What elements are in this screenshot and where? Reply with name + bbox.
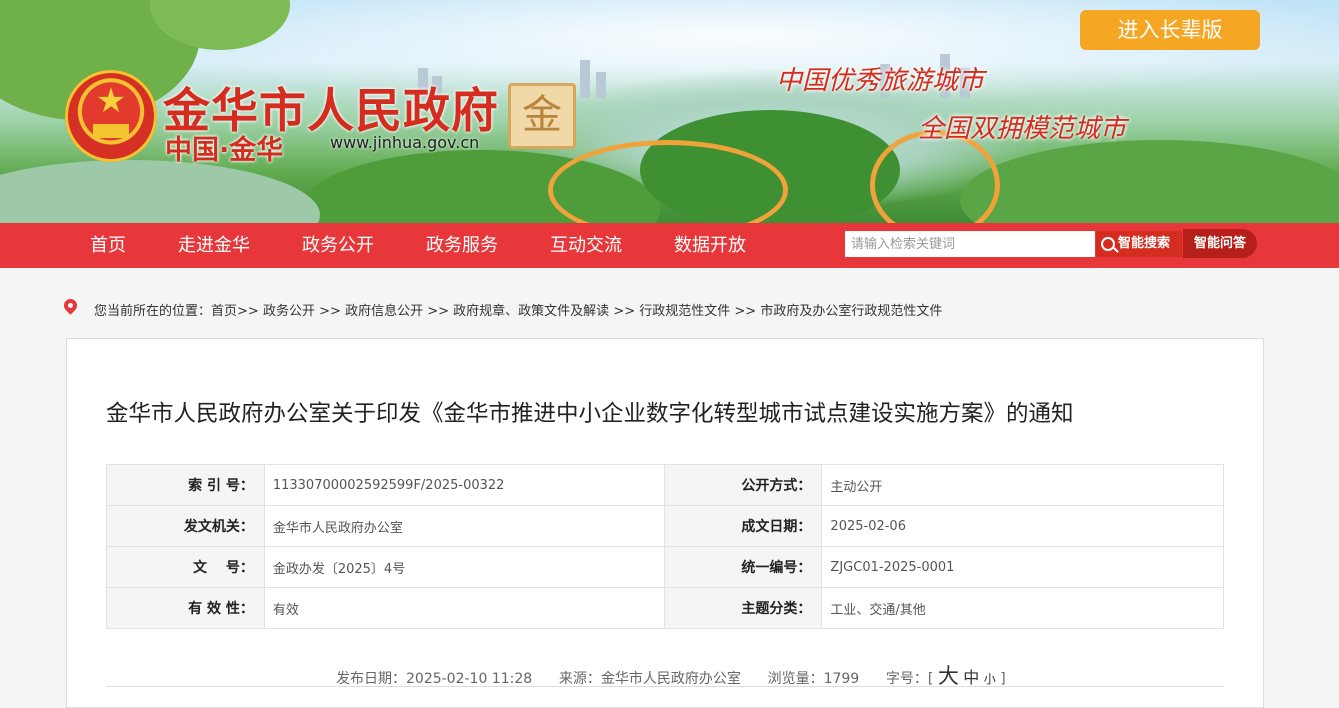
breadcrumb-gov-open[interactable]: 政务公开 — [263, 304, 315, 319]
nav-item-gov-affairs-open[interactable]: 政务公开 — [302, 223, 374, 268]
font-size-label: 字号： — [885, 671, 928, 687]
elder-mode-button[interactable]: 进入长辈版 — [1080, 10, 1260, 50]
breadcrumb-regulations[interactable]: 政府规章、政策文件及解读 — [453, 304, 609, 319]
site-url: www.jinhua.gov.cn — [330, 133, 480, 152]
breadcrumb: 您当前所在的位置：首页>> 政务公开 >> 政府信息公开 >> 政府规章、政策文… — [94, 300, 942, 319]
meta-key: 有 效 性： — [106, 587, 265, 629]
smart-qa-button[interactable]: 智能问答 — [1183, 229, 1257, 258]
breadcrumb-separator: >> — [613, 304, 636, 319]
search-icon — [1101, 237, 1115, 251]
meta-key: 主题分类： — [663, 587, 823, 629]
meta-value: 有效 — [263, 587, 665, 629]
breadcrumb-city-normative-docs[interactable]: 市政府及办公室行政规范性文件 — [760, 304, 942, 319]
site-subtitle: 中国·金华 — [165, 135, 284, 166]
meta-key: 统一编号： — [663, 546, 823, 588]
publish-date: 发布日期：2025-02-10 11:28 — [336, 671, 533, 687]
breadcrumb-normative-docs[interactable]: 行政规范性文件 — [639, 304, 730, 319]
nav-item-home[interactable]: 首页 — [90, 223, 126, 268]
breadcrumb-gov-info-open[interactable]: 政府信息公开 — [345, 304, 423, 319]
table-row: 索 引 号： 11330700002592599F/2025-00322 公开方… — [106, 464, 1224, 506]
nav-item-gov-services[interactable]: 政务服务 — [426, 223, 498, 268]
article-source: 来源：金华市人民政府办公室 — [558, 671, 741, 687]
table-row: 有 效 性： 有效 主题分类： 工业、交通/其他 — [106, 587, 1224, 629]
breadcrumb-separator: >> — [237, 304, 259, 319]
star-icon: ★ — [95, 81, 127, 121]
nav-item-open-data[interactable]: 数据开放 — [674, 223, 746, 268]
search-input[interactable]: 请输入检索关键词 — [845, 231, 1095, 257]
table-row: 文 号： 金政办发〔2025〕4号 统一编号： ZJGC01-2025-0001 — [106, 546, 1224, 588]
article-title: 金华市人民政府办公室关于印发《金华市推进中小企业数字化转型城市试点建设实施方案》… — [106, 401, 1074, 427]
meta-value: 2025-02-06 — [821, 505, 1224, 547]
smart-search-label: 智能搜索 — [1118, 236, 1171, 251]
meta-key: 发文机关： — [106, 505, 265, 547]
meta-value: ZJGC01-2025-0001 — [821, 546, 1224, 588]
meta-value: 11330700002592599F/2025-00322 — [263, 464, 665, 506]
meta-value: 金政办发〔2025〕4号 — [263, 546, 665, 588]
nav-item-interaction[interactable]: 互动交流 — [550, 223, 622, 268]
font-size-large-button[interactable]: 大 — [938, 664, 959, 688]
breadcrumb-separator: >> — [427, 304, 450, 319]
smart-search-button[interactable]: 智能搜索 — [1096, 231, 1182, 257]
table-row: 发文机关： 金华市人民政府办公室 成文日期： 2025-02-06 — [106, 505, 1224, 547]
meta-key: 公开方式： — [663, 464, 823, 506]
meta-key: 成文日期： — [663, 505, 823, 547]
location-pin-icon — [61, 296, 80, 315]
breadcrumb-separator: >> — [319, 304, 341, 319]
meta-key: 索 引 号： — [106, 464, 265, 506]
meta-key: 文 号： — [106, 546, 265, 588]
document-meta-table: 索 引 号： 11330700002592599F/2025-00322 公开方… — [106, 464, 1224, 629]
meta-value: 主动公开 — [821, 464, 1224, 506]
breadcrumb-separator: >> — [734, 304, 757, 319]
header-banner: ★ 金华市人民政府 中国·金华 www.jinhua.gov.cn 金 中国优秀… — [0, 0, 1339, 223]
slogan-double-support: 全国双拥模范城市 — [918, 114, 1127, 144]
meta-value: 工业、交通/其他 — [821, 587, 1224, 629]
font-size-small-button[interactable]: 小 — [984, 672, 996, 686]
gate-icon — [93, 124, 129, 138]
national-emblem-icon: ★ — [65, 70, 157, 162]
nav-item-about-jinhua[interactable]: 走进金华 — [178, 223, 250, 268]
breadcrumb-home[interactable]: 首页 — [211, 304, 237, 319]
jinhua-seal-icon: 金 — [508, 83, 576, 149]
breadcrumb-prefix: 您当前所在的位置： — [94, 304, 212, 319]
banner-foliage — [0, 160, 320, 223]
font-size-medium-button[interactable]: 中 — [963, 668, 979, 687]
divider — [106, 686, 1224, 687]
meta-value: 金华市人民政府办公室 — [263, 505, 665, 547]
view-count: 浏览量：1799 — [767, 671, 860, 687]
slogan-tourism: 中国优秀旅游城市 — [776, 66, 985, 96]
